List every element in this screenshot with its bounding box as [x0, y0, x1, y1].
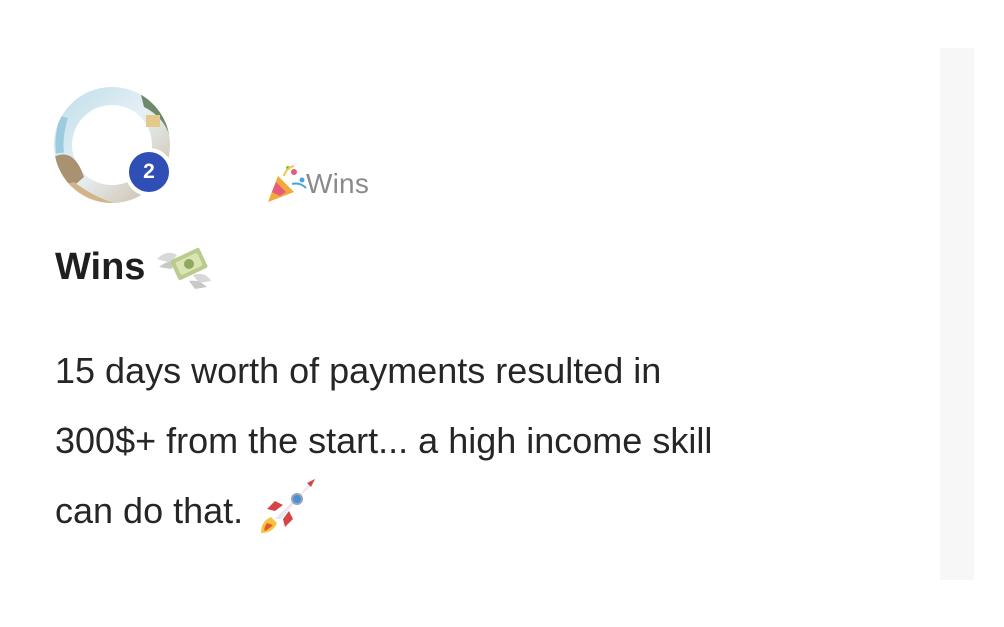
category-chip[interactable]: Wins	[264, 162, 369, 206]
post-body: 15 days worth of payments resulted in 30…	[55, 336, 915, 546]
party-popper-icon	[268, 165, 307, 202]
category-label: Wins	[306, 168, 370, 199]
post-title-row: Wins	[55, 241, 215, 293]
rocket-icon	[261, 479, 316, 533]
money-with-wings-icon	[157, 247, 212, 289]
right-side-panel	[940, 48, 974, 580]
level-badge: 2	[125, 148, 173, 196]
post-body-line: 300$+ from the start... a high income sk…	[55, 420, 713, 461]
post-body-line-last: can do that.	[55, 476, 915, 546]
post-card[interactable]: 2 Wins Wins 15 days worth of payments re…	[0, 0, 930, 627]
post-title: Wins	[55, 245, 146, 288]
author-avatar[interactable]: 2	[54, 87, 173, 203]
page: 2 Wins Wins 15 days worth of payments re…	[0, 0, 1004, 627]
post-body-line: can do that.	[55, 490, 244, 531]
post-body-line: 15 days worth of payments resulted in	[55, 350, 662, 391]
